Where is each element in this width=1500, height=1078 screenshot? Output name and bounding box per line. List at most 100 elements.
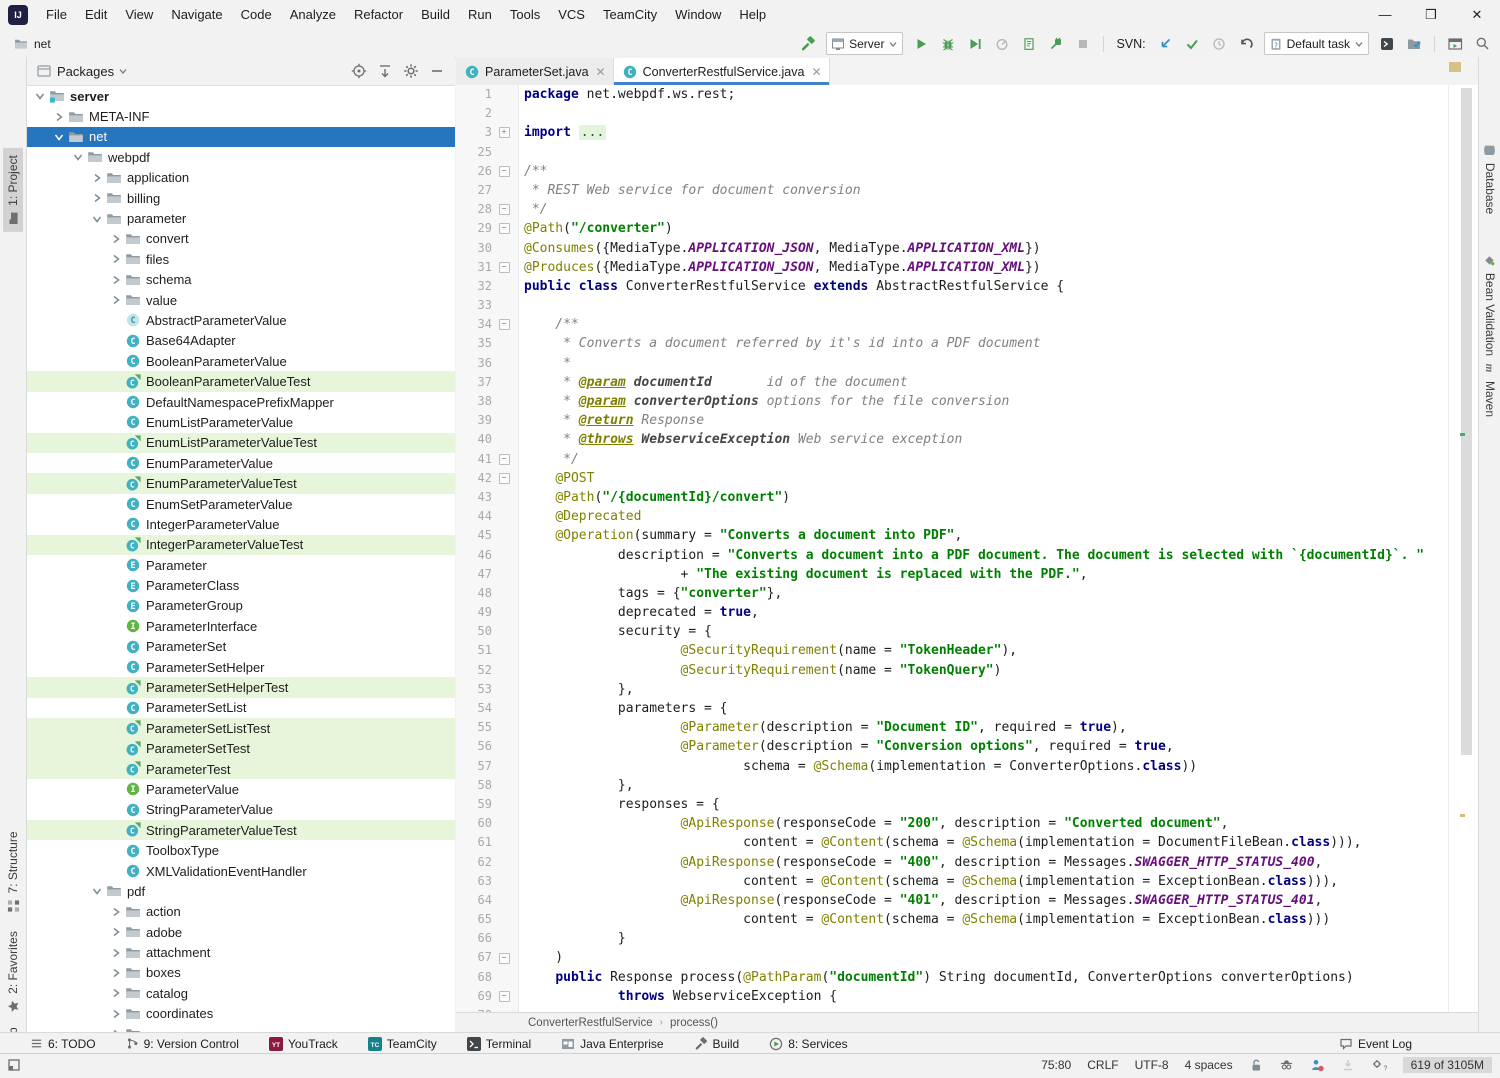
stop-button[interactable] bbox=[1071, 33, 1095, 55]
tool-window-switcher-icon[interactable] bbox=[7, 1058, 21, 1072]
minimize-button[interactable]: — bbox=[1362, 0, 1408, 30]
chevron-right-icon[interactable] bbox=[88, 171, 105, 185]
tree-item-abstractparametervalue[interactable]: CAbstractParameterValue bbox=[27, 310, 455, 330]
fold-collapse-icon[interactable]: − bbox=[499, 166, 510, 177]
chevron-down-icon[interactable] bbox=[69, 150, 86, 164]
tree-item-stringparametervaluetest[interactable]: CStringParameterValueTest bbox=[27, 820, 455, 840]
tree-item-pdf[interactable]: pdf bbox=[27, 881, 455, 901]
tree-item-parametersetlisttest[interactable]: CParameterSetListTest bbox=[27, 718, 455, 738]
tool-button-favorites[interactable]: 2: Favorites bbox=[3, 924, 23, 1020]
maximize-button[interactable]: ❒ bbox=[1408, 0, 1454, 30]
tree-item-attachment[interactable]: attachment bbox=[27, 942, 455, 962]
tree-item-boxes[interactable]: boxes bbox=[27, 963, 455, 983]
terminal-button[interactable]: Terminal bbox=[467, 1037, 531, 1051]
editor-tab-converterrestfulservice.java[interactable]: CConverterRestfulService.java✕ bbox=[614, 58, 830, 85]
tree-item-value[interactable]: value bbox=[27, 290, 455, 310]
chevron-right-icon[interactable] bbox=[50, 110, 67, 124]
tree-item-parametersettest[interactable]: CParameterSetTest bbox=[27, 739, 455, 759]
chevron-right-icon[interactable] bbox=[107, 252, 124, 266]
chevron-down-icon[interactable] bbox=[88, 884, 105, 898]
coverage-button[interactable] bbox=[963, 33, 987, 55]
vcs-history-button[interactable] bbox=[1207, 33, 1231, 55]
fold-collapse-icon[interactable]: − bbox=[499, 223, 510, 234]
tree-item-enumparametervaluetest[interactable]: CEnumParameterValueTest bbox=[27, 473, 455, 493]
breadcrumb-item[interactable]: ConverterRestfulService bbox=[528, 1017, 653, 1029]
tool-button-database[interactable]: Database bbox=[1480, 137, 1500, 221]
project-view-selector[interactable]: Packages bbox=[57, 64, 114, 79]
fold-collapse-icon[interactable]: − bbox=[499, 319, 510, 330]
memory-indicator[interactable]: 619 of 3105M bbox=[1403, 1057, 1492, 1073]
tree-item-schema[interactable]: schema bbox=[27, 270, 455, 290]
tree-item-webpdf[interactable]: webpdf bbox=[27, 147, 455, 167]
tree-item-parametersethelpertest[interactable]: CParameterSetHelperTest bbox=[27, 677, 455, 697]
tree-item-integerparametervalue[interactable]: CIntegerParameterValue bbox=[27, 514, 455, 534]
chevron-down-icon[interactable] bbox=[88, 212, 105, 226]
chevron-right-icon[interactable] bbox=[107, 273, 124, 287]
attach-debugger-button[interactable] bbox=[1044, 33, 1068, 55]
build-panel-button[interactable]: Build bbox=[694, 1037, 740, 1051]
vcs-rollback-button[interactable] bbox=[1234, 33, 1258, 55]
tree-item-action[interactable]: action bbox=[27, 902, 455, 922]
chevron-right-icon[interactable] bbox=[88, 191, 105, 205]
tree-item-billing[interactable]: billing bbox=[27, 188, 455, 208]
menu-view[interactable]: View bbox=[116, 7, 162, 22]
user-dot-icon[interactable] bbox=[1310, 1058, 1325, 1072]
breadcrumb[interactable]: net bbox=[34, 37, 51, 51]
tool-button-maven[interactable]: mMaven bbox=[1480, 354, 1500, 424]
editor-tab-parameterset.java[interactable]: CParameterSet.java✕ bbox=[456, 58, 614, 85]
menu-analyze[interactable]: Analyze bbox=[281, 7, 345, 22]
open-changes-button[interactable] bbox=[1375, 33, 1399, 55]
fold-collapse-icon[interactable]: − bbox=[499, 454, 510, 465]
version-control-button[interactable]: 9: Version Control bbox=[126, 1037, 239, 1051]
fold-collapse-icon[interactable]: − bbox=[499, 991, 510, 1002]
run-config-select[interactable]: Server bbox=[826, 32, 903, 55]
code-editor[interactable]: 1package net.webpdf.ws.rest;23+import ..… bbox=[456, 85, 1478, 1012]
locate-icon[interactable] bbox=[351, 63, 367, 79]
java-enterprise-button[interactable]: Java Enterprise bbox=[561, 1037, 663, 1051]
download-icon[interactable] bbox=[1341, 1058, 1355, 1072]
fold-collapse-icon[interactable]: − bbox=[499, 204, 510, 215]
tree-item-defaultnamespaceprefixmapper[interactable]: CDefaultNamespacePrefixMapper bbox=[27, 392, 455, 412]
tree-item-parameterinterface[interactable]: IParameterInterface bbox=[27, 616, 455, 636]
lock-icon[interactable] bbox=[1249, 1058, 1263, 1072]
tree-item-booleanparametervalue[interactable]: CBooleanParameterValue bbox=[27, 351, 455, 371]
tree-item-parameterclass[interactable]: EParameterClass bbox=[27, 575, 455, 595]
scrollbar-mark-green[interactable] bbox=[1460, 433, 1465, 436]
chevron-right-icon[interactable] bbox=[107, 925, 124, 939]
tree-item-parametersethelper[interactable]: CParameterSetHelper bbox=[27, 657, 455, 677]
gears-icon[interactable]: ? bbox=[1371, 1058, 1387, 1072]
tree-item-server[interactable]: server bbox=[27, 86, 455, 106]
menu-edit[interactable]: Edit bbox=[76, 7, 116, 22]
teamcity-button[interactable]: TCTeamCity bbox=[368, 1037, 437, 1051]
tool-button-structure[interactable]: 7: Structure bbox=[3, 824, 23, 919]
spy-icon[interactable] bbox=[1279, 1058, 1294, 1072]
chevron-right-icon[interactable] bbox=[107, 293, 124, 307]
tool-button-bean-validation[interactable]: Bean Validation bbox=[1480, 247, 1500, 363]
tree-item-convert[interactable]: convert bbox=[27, 229, 455, 249]
scrollbar-thumb[interactable] bbox=[1461, 88, 1472, 755]
tree-item-integerparametervaluetest[interactable]: CIntegerParameterValueTest bbox=[27, 535, 455, 555]
tree-item-application[interactable]: application bbox=[27, 168, 455, 188]
tree-item-meta-inf[interactable]: META-INF bbox=[27, 106, 455, 126]
menu-teamcity[interactable]: TeamCity bbox=[594, 7, 666, 22]
close-tab-icon[interactable]: ✕ bbox=[596, 65, 606, 79]
chevron-down-icon[interactable] bbox=[50, 130, 67, 144]
breadcrumb-item[interactable]: process() bbox=[670, 1017, 718, 1029]
tree-item-booleanparametervaluetest[interactable]: CBooleanParameterValueTest bbox=[27, 371, 455, 391]
tree-item-catalog[interactable]: catalog bbox=[27, 983, 455, 1003]
close-tab-icon[interactable]: ✕ bbox=[811, 65, 821, 79]
fold-expand-icon[interactable]: + bbox=[499, 127, 510, 138]
editor-scrollbar[interactable] bbox=[1460, 88, 1473, 1012]
services-button[interactable]: 8: Services bbox=[769, 1037, 847, 1051]
tree-item-cos[interactable]: cos bbox=[27, 1024, 455, 1032]
tree-item-adobe[interactable]: adobe bbox=[27, 922, 455, 942]
scrollbar-mark-tan[interactable] bbox=[1460, 814, 1465, 817]
chevron-right-icon[interactable] bbox=[107, 905, 124, 919]
build-artifacts-button[interactable] bbox=[1017, 33, 1041, 55]
tree-item-parameter[interactable]: EParameter bbox=[27, 555, 455, 575]
fold-collapse-icon[interactable]: − bbox=[499, 262, 510, 273]
debug-button[interactable] bbox=[936, 33, 960, 55]
fold-collapse-icon[interactable]: − bbox=[499, 473, 510, 484]
event-log-button[interactable]: Event Log bbox=[1339, 1037, 1412, 1051]
settings-icon[interactable] bbox=[403, 63, 419, 79]
